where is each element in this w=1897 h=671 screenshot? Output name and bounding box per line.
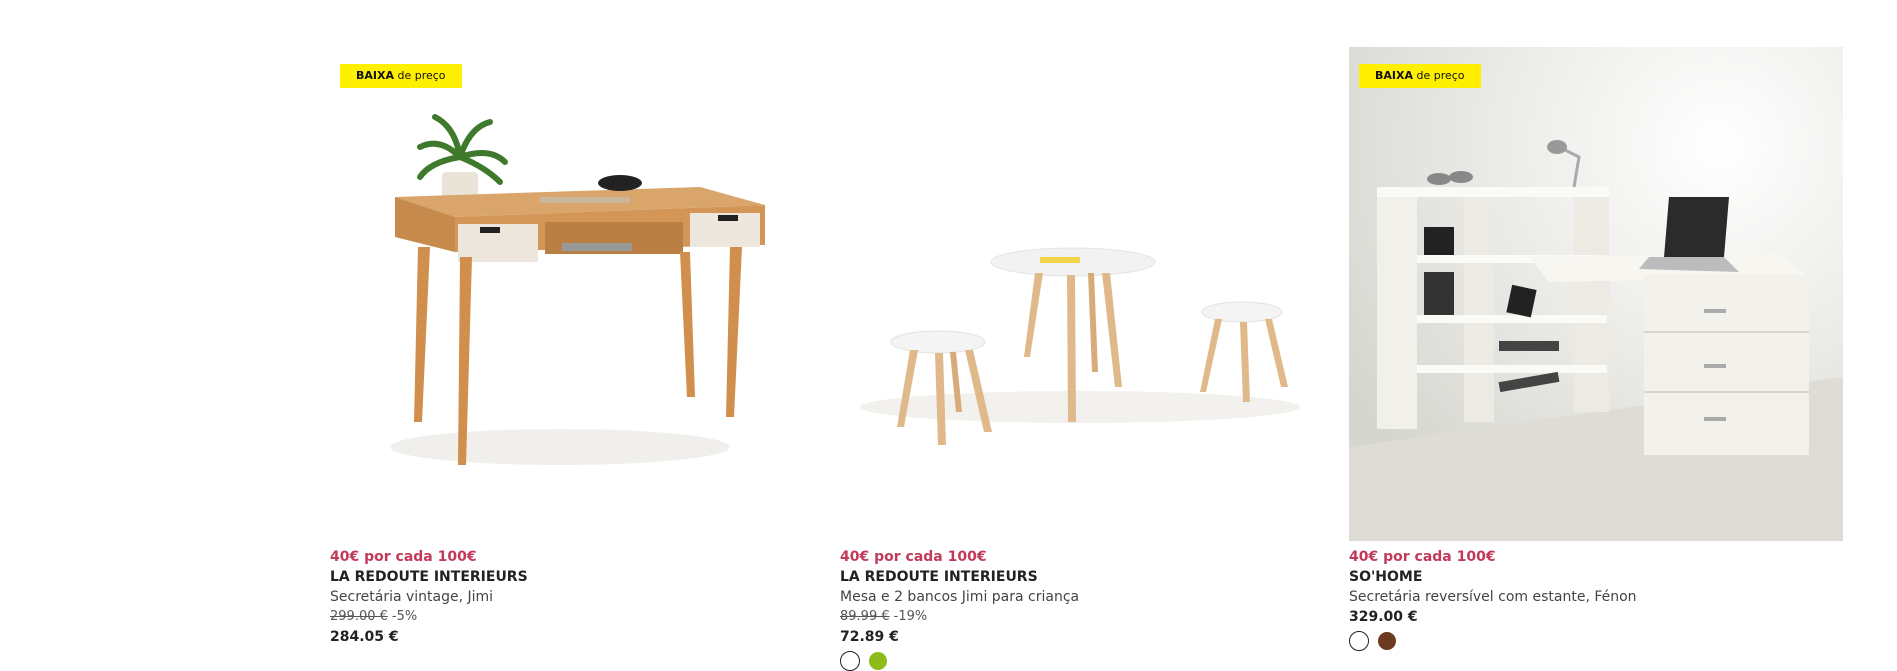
brand-name: SO'HOME — [1349, 569, 1423, 585]
product-title[interactable]: Secretária vintage, Jimi — [330, 587, 824, 607]
color-swatch-green[interactable] — [868, 651, 888, 671]
promo-text: 40€ por cada 100€ — [1349, 549, 1496, 565]
color-swatches — [840, 651, 1334, 671]
price-drop-badge: BAIXA de preço — [340, 64, 462, 88]
product-image-link[interactable] — [840, 47, 1334, 541]
product-image-link[interactable]: BAIXA de preço — [1349, 47, 1843, 541]
price-drop-badge: BAIXA de preço — [1359, 64, 1481, 88]
product-title[interactable]: Secretária reversível com estante, Fénon — [1349, 587, 1843, 607]
color-swatch-white[interactable] — [840, 651, 860, 671]
product-info: 40€ por cada 100€ LA REDOUTE INTERIEURS … — [330, 547, 824, 647]
brand-name: LA REDOUTE INTERIEURS — [840, 569, 1038, 585]
old-price: 299.00 € — [330, 609, 388, 624]
product-title[interactable]: Mesa e 2 bancos Jimi para criança — [840, 587, 1334, 607]
old-price-row: 299.00 € -5% — [330, 607, 824, 627]
product-info: 40€ por cada 100€ SO'HOME Secretária rev… — [1349, 547, 1843, 651]
product-image-link[interactable]: BAIXA de preço — [330, 47, 824, 541]
color-swatch-brown[interactable] — [1377, 631, 1397, 651]
brand-name: LA REDOUTE INTERIEURS — [330, 569, 528, 585]
old-price: 89.99 € — [840, 609, 890, 624]
kids-table-stools-image — [840, 47, 1334, 541]
discount-percent: -5% — [391, 609, 418, 624]
promo-text: 40€ por cada 100€ — [840, 549, 987, 565]
current-price: 72.89 € — [840, 629, 899, 645]
product-card[interactable]: BAIXA de preço 40€ por cada 100€ SO'HOME… — [1349, 47, 1843, 651]
reversible-desk-shelf-image — [1349, 47, 1843, 541]
current-price: 329.00 € — [1349, 609, 1418, 625]
promo-text: 40€ por cada 100€ — [330, 549, 477, 565]
discount-percent: -19% — [893, 609, 928, 624]
product-card[interactable]: BAIXA de preço 40€ por cada 100€ LA REDO… — [330, 47, 824, 647]
color-swatches — [1349, 631, 1843, 651]
current-price: 284.05 € — [330, 629, 399, 645]
product-card[interactable]: 40€ por cada 100€ LA REDOUTE INTERIEURS … — [840, 47, 1334, 671]
color-swatch-white[interactable] — [1349, 631, 1369, 651]
vintage-desk-image — [330, 47, 824, 541]
old-price-row: 89.99 € -19% — [840, 607, 1334, 627]
product-info: 40€ por cada 100€ LA REDOUTE INTERIEURS … — [840, 547, 1334, 671]
product-grid: BAIXA de preço 40€ por cada 100€ LA REDO… — [0, 0, 1897, 671]
